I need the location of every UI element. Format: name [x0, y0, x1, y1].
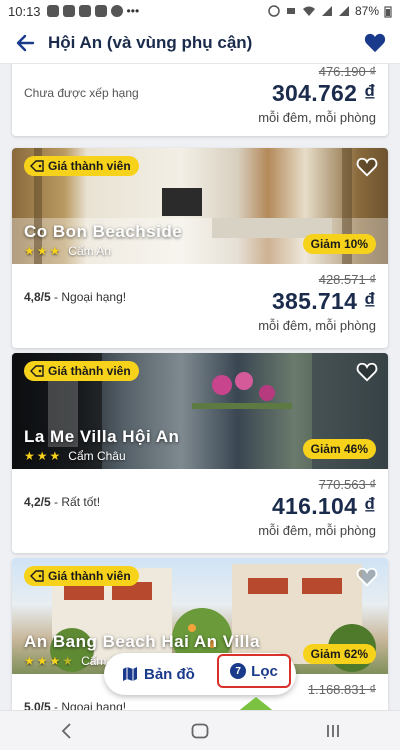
filter-label: Lọc: [251, 662, 278, 680]
recents-icon: [327, 724, 340, 737]
message-icon: [46, 5, 59, 17]
tag-icon: [30, 570, 44, 582]
price: 304.762 ₫: [271, 80, 376, 106]
price-unit: mỗi đêm, mỗi phòng: [258, 523, 376, 538]
hotel-info[interactable]: 4,8/5 - Ngoại hạng! 428.571 ₫ 385.714 ₫ …: [12, 264, 388, 348]
hotel-card[interactable]: Giá thành viên La Me Villa Hội An ★ ★ ★ …: [12, 353, 388, 553]
heart-outline-icon[interactable]: [356, 156, 378, 178]
mail-icon: [94, 5, 107, 17]
favorites-button[interactable]: [362, 30, 388, 56]
heart-filled-icon: [364, 33, 386, 52]
member-price-badge: Giá thành viên: [24, 566, 139, 586]
hotel-info[interactable]: 4,2/5 - Rất tốt! 770.563 ₫ 416.104 ₫ mỗi…: [12, 469, 388, 553]
battery-icon: [384, 5, 392, 18]
discount-badge: Giảm 62%: [302, 644, 376, 664]
star-icon: ★: [49, 244, 61, 258]
hotel-name: La Me Villa Hội An: [24, 427, 180, 446]
hotel-photo[interactable]: Giá thành viên La Me Villa Hội An ★ ★ ★ …: [12, 353, 388, 469]
rating-label: - Ngoại hạng!: [50, 700, 127, 710]
rating-text: Chưa được xếp hạng: [24, 86, 139, 100]
map-button[interactable]: Bản đồ: [122, 666, 195, 683]
heart-outline-icon[interactable]: [356, 566, 378, 588]
tag-icon: [30, 160, 44, 172]
notification-icons: •••: [46, 4, 140, 18]
member-price-label: Giá thành viên: [48, 159, 131, 173]
star-icon: ★: [49, 654, 61, 668]
hotel-photo[interactable]: Giá thành viên Co Bon Beachside ★ ★ ★ Cẩ…: [12, 148, 388, 264]
status-time: 10:13: [8, 3, 41, 19]
star-icon: ★: [36, 449, 48, 463]
wifi-icon: [302, 6, 315, 16]
star-icon: ★: [24, 244, 35, 258]
map-icon: [123, 667, 137, 681]
original-price: 476.190 ₫: [318, 64, 376, 79]
price-unit: mỗi đêm, mỗi phòng: [258, 318, 376, 333]
nav-home-button[interactable]: [180, 716, 220, 746]
hotel-card[interactable]: Giá thành viên Co Bon Beachside ★ ★ ★ Cẩ…: [12, 148, 388, 348]
alarm-icon: [268, 5, 280, 17]
rating-score: 5,0/5: [24, 700, 51, 710]
battery-percent: 87%: [354, 4, 379, 18]
rating-score: 4,2/5: [24, 495, 51, 509]
star-icon: ★: [36, 654, 48, 668]
hotel-list[interactable]: Chưa được xếp hạng 476.190 ₫ 304.762 ₫ m…: [0, 64, 400, 710]
app-bar: Hội An (và vùng phụ cận): [0, 22, 400, 64]
filter-button[interactable]: 7 Lọc: [217, 654, 291, 688]
star-icon: ★: [24, 654, 35, 668]
gallery-icon: [62, 5, 75, 17]
system-nav-bar: [0, 710, 400, 750]
hotel-location: Cẩm An: [68, 244, 111, 258]
hotel-card[interactable]: Chưa được xếp hạng 476.190 ₫ 304.762 ₫ m…: [12, 64, 388, 136]
zalo-icon: [78, 5, 91, 17]
map-label: Bản đồ: [144, 665, 195, 683]
price: 385.714 ₫: [271, 288, 376, 314]
price: 416.104 ₫: [271, 493, 376, 519]
rating-label: - Ngoại hạng!: [50, 290, 127, 304]
guest-rating: 4,8/5 - Ngoại hạng!: [24, 290, 126, 304]
nav-recents-button[interactable]: [313, 716, 353, 746]
rating-label: - Rất tốt!: [50, 495, 101, 509]
star-icon: ★: [36, 244, 48, 258]
map-filter-bar: Bản đồ 7 Lọc: [104, 653, 296, 695]
star-rating: ★ ★ ★ Cẩm Châu: [24, 449, 126, 463]
filter-count-badge: 7: [230, 663, 247, 679]
star-icon: ★: [24, 449, 35, 463]
rating-score: 4,8/5: [24, 290, 51, 304]
guest-rating: 5,0/5 - Ngoại hạng!: [24, 700, 126, 710]
guest-rating: 4,2/5 - Rất tốt!: [24, 495, 100, 509]
star-icon: ★: [49, 449, 61, 463]
back-arrow-icon: [16, 34, 35, 51]
hotel-name: An Bang Beach Hai An Villa: [24, 632, 260, 651]
original-price: 428.571 ₫: [318, 272, 376, 287]
original-price: 1.168.831 ₫: [307, 682, 376, 697]
home-icon: [191, 723, 209, 738]
star-rating: ★ ★ ★ Cẩm An: [24, 244, 111, 258]
signal-icon: [321, 6, 332, 16]
member-price-badge: Giá thành viên: [24, 156, 139, 176]
member-price-badge: Giá thành viên: [24, 361, 139, 381]
member-price-label: Giá thành viên: [48, 569, 131, 583]
member-price-label: Giá thành viên: [48, 364, 131, 378]
discount-badge: Giảm 10%: [302, 234, 376, 254]
signal-icon-2: [338, 6, 349, 16]
system-icons: 87%: [268, 4, 392, 18]
half-star-icon: ★: [62, 654, 74, 668]
tag-icon: [30, 365, 44, 377]
more-notifications-icon: •••: [126, 4, 140, 18]
facebook-icon: [110, 5, 123, 17]
hotel-name: Co Bon Beachside: [24, 222, 183, 241]
price-unit: mỗi đêm, mỗi phòng: [258, 110, 376, 125]
status-bar: 10:13 ••• 87%: [0, 0, 400, 22]
back-button[interactable]: [12, 30, 38, 56]
original-price: 770.563 ₫: [318, 477, 376, 492]
mute-icon: [286, 8, 295, 14]
nav-back-button[interactable]: [47, 716, 87, 746]
chevron-left-icon: [61, 722, 71, 739]
discount-badge: Giảm 46%: [302, 439, 376, 459]
hotel-location: Cẩm Châu: [68, 449, 126, 463]
heart-outline-icon[interactable]: [356, 361, 378, 383]
page-title: Hội An (và vùng phụ cận): [48, 32, 253, 52]
